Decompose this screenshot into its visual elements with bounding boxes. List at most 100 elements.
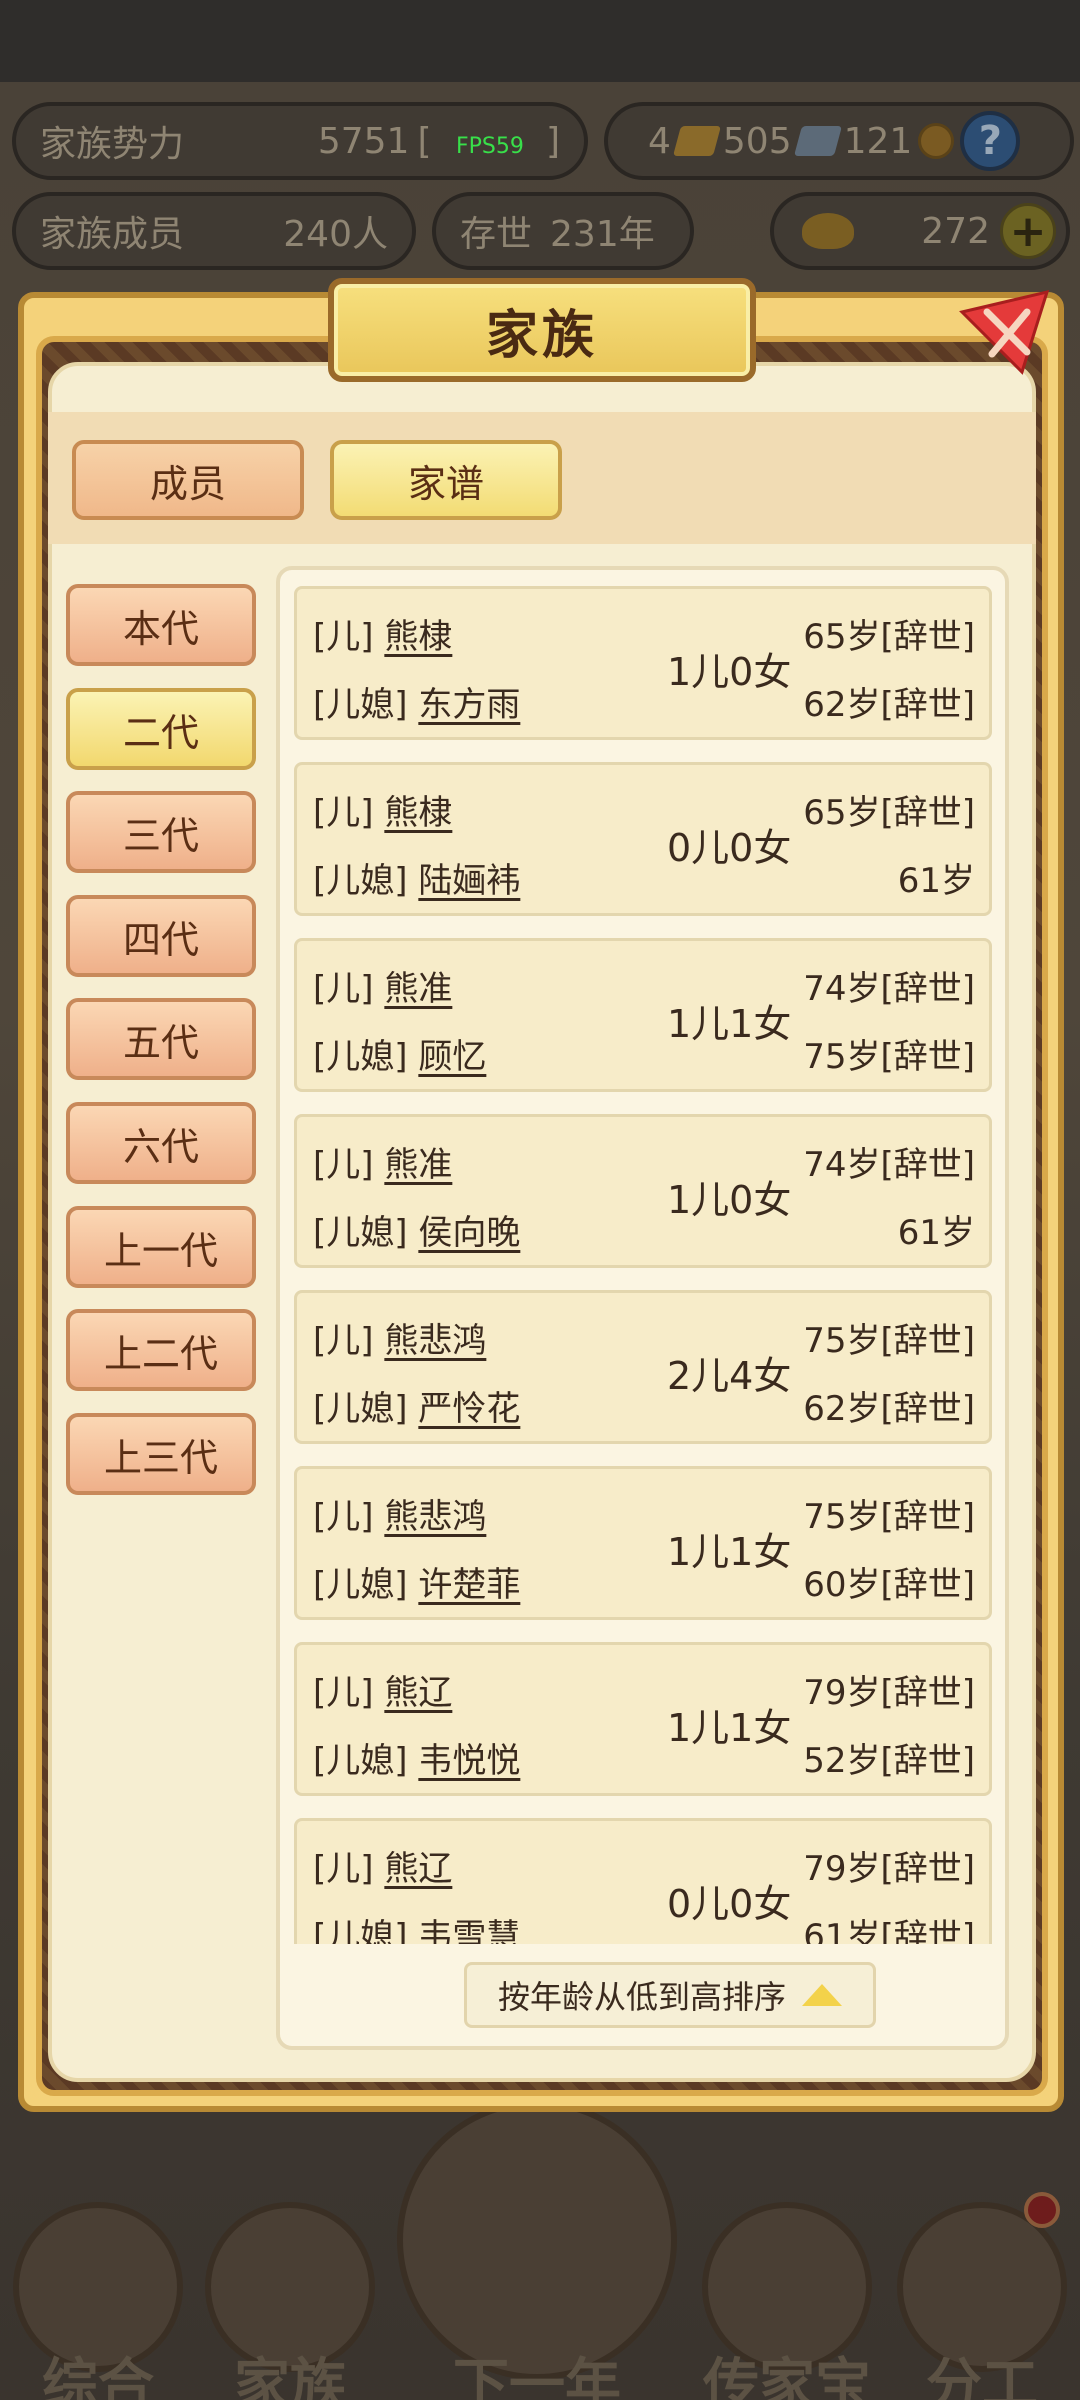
nav-family-label: 家族 bbox=[234, 2353, 346, 2400]
help-icon[interactable]: ? bbox=[960, 111, 1021, 171]
dialog-title: 家族 bbox=[485, 305, 598, 366]
wife-tag: [儿媳] bbox=[313, 1037, 408, 1077]
son-tag: [儿] bbox=[313, 969, 374, 1009]
generation-label: 本代 bbox=[122, 606, 199, 651]
tab-members[interactable]: 成员 bbox=[72, 440, 304, 520]
son-name-link[interactable]: 熊棣 bbox=[384, 617, 452, 657]
family-power-value: 5751 bbox=[317, 120, 410, 162]
alive-years-pill: 存世 231年 bbox=[432, 192, 694, 270]
ingot-count: 272 bbox=[921, 210, 990, 252]
tab-genealogy[interactable]: 家谱 bbox=[330, 440, 562, 520]
wife-name-link[interactable]: 韦悦悦 bbox=[418, 1741, 520, 1781]
sort-by-age-button[interactable]: 按年龄从低到高排序 bbox=[464, 1962, 876, 2028]
generation-label: 三代 bbox=[122, 813, 199, 858]
wife-name-link[interactable]: 东方雨 bbox=[418, 685, 520, 725]
generation-button-6[interactable]: 六代 bbox=[66, 1102, 256, 1184]
wife-tag: [儿媳] bbox=[313, 685, 408, 725]
family-members-value: 240人 bbox=[283, 214, 388, 255]
alive-label: 存世 bbox=[460, 214, 533, 255]
family-card: [儿] 熊辽 [儿媳] 韦悦悦 1儿1女 79岁[辞世] 52岁[辞世] bbox=[294, 1642, 992, 1796]
bottom-nav: 综合 家族 下一年 传家宝 分工 bbox=[0, 2100, 1080, 2400]
wife-tag: [儿媳] bbox=[313, 1565, 408, 1605]
wife-name-link[interactable]: 韦雪慧 bbox=[418, 1917, 520, 1944]
wife-name-link[interactable]: 侯向晚 bbox=[418, 1213, 520, 1253]
silver-bar-icon bbox=[793, 126, 842, 156]
family-card: [儿] 熊悲鸿 [儿媳] 严怜花 2儿4女 75岁[辞世] 62岁[辞世] bbox=[294, 1290, 992, 1444]
children-count: 1儿0女 bbox=[667, 650, 792, 694]
generation-button-current[interactable]: 本代 bbox=[66, 584, 256, 666]
wife-tag: [儿媳] bbox=[313, 1741, 408, 1781]
son-name-link[interactable]: 熊棣 bbox=[384, 793, 452, 833]
nav-general[interactable]: 综合 bbox=[8, 2190, 188, 2400]
generation-label: 二代 bbox=[122, 710, 199, 755]
nav-heirloom-label: 传家宝 bbox=[703, 2353, 871, 2400]
son-age: 74岁[辞世] bbox=[803, 1145, 975, 1185]
children-count: 1儿1女 bbox=[667, 1706, 792, 1750]
children-count: 2儿4女 bbox=[667, 1354, 792, 1398]
son-name-link[interactable]: 熊悲鸿 bbox=[384, 1497, 486, 1537]
family-card: [儿] 熊悲鸿 [儿媳] 许楚菲 1儿1女 75岁[辞世] 60岁[辞世] bbox=[294, 1466, 992, 1620]
generation-label: 上二代 bbox=[103, 1331, 218, 1376]
son-name-link[interactable]: 熊悲鸿 bbox=[384, 1321, 486, 1361]
family-members-label: 家族成员 bbox=[40, 214, 185, 255]
tab-genealogy-label: 家谱 bbox=[407, 461, 484, 506]
son-name-link[interactable]: 熊准 bbox=[384, 1145, 452, 1185]
wife-name-link[interactable]: 许楚菲 bbox=[418, 1565, 520, 1605]
wife-name-link[interactable]: 陆婳袆 bbox=[418, 861, 520, 901]
children-count: 1儿1女 bbox=[667, 1530, 792, 1574]
gold-bar-icon bbox=[672, 126, 721, 156]
dialog-title-plate: 家族 bbox=[328, 278, 756, 382]
son-age: 65岁[辞世] bbox=[803, 793, 975, 833]
generation-label: 六代 bbox=[122, 1124, 199, 1169]
son-tag: [儿] bbox=[313, 1497, 374, 1537]
generation-button-4[interactable]: 四代 bbox=[66, 895, 256, 977]
ingot-pill: 272 + bbox=[770, 192, 1070, 270]
nav-next-year-label: 下一年 bbox=[453, 2353, 621, 2400]
son-age: 74岁[辞世] bbox=[803, 969, 975, 1009]
generation-button-prev-1[interactable]: 上一代 bbox=[66, 1206, 256, 1288]
add-ingot-button[interactable]: + bbox=[1000, 203, 1056, 259]
children-count: 1儿1女 bbox=[667, 1002, 792, 1046]
son-name-link[interactable]: 熊准 bbox=[384, 969, 452, 1009]
tab-members-label: 成员 bbox=[149, 461, 226, 506]
gold-count: 4 bbox=[648, 120, 671, 162]
children-count: 1儿0女 bbox=[667, 1178, 792, 1222]
fps-counter: FPS59 bbox=[456, 134, 524, 159]
nav-heirloom[interactable]: 传家宝 bbox=[692, 2190, 882, 2400]
nav-next-year[interactable]: 下一年 bbox=[392, 2100, 682, 2400]
children-count: 0儿0女 bbox=[667, 1882, 792, 1926]
resources-pill: 4 505 121 ? bbox=[604, 102, 1074, 180]
generation-button-3[interactable]: 三代 bbox=[66, 791, 256, 873]
generation-button-prev-3[interactable]: 上三代 bbox=[66, 1413, 256, 1495]
family-list[interactable]: [儿] 熊棣 [儿媳] 东方雨 1儿0女 65岁[辞世] 62岁[辞世] [儿]… bbox=[292, 586, 994, 1944]
nav-family[interactable]: 家族 bbox=[200, 2190, 380, 2400]
son-age: 79岁[辞世] bbox=[803, 1673, 975, 1713]
gold-ingot-icon bbox=[802, 213, 854, 249]
generation-button-2[interactable]: 二代 bbox=[66, 688, 256, 770]
copper-coin-icon bbox=[918, 123, 955, 159]
son-tag: [儿] bbox=[313, 1145, 374, 1185]
family-card: [儿] 熊棣 [儿媳] 陆婳袆 0儿0女 65岁[辞世] 61岁 bbox=[294, 762, 992, 916]
family-power-label: 家族势力 bbox=[40, 124, 185, 165]
family-card: [儿] 熊准 [儿媳] 侯向晚 1儿0女 74岁[辞世] 61岁 bbox=[294, 1114, 992, 1268]
son-name-link[interactable]: 熊辽 bbox=[384, 1673, 452, 1713]
wife-age: 61岁 bbox=[897, 1213, 975, 1253]
son-tag: [儿] bbox=[313, 617, 374, 657]
generation-button-5[interactable]: 五代 bbox=[66, 998, 256, 1080]
system-status-bar bbox=[0, 0, 1080, 82]
family-card: [儿] 熊准 [儿媳] 顾忆 1儿1女 74岁[辞世] 75岁[辞世] bbox=[294, 938, 992, 1092]
son-tag: [儿] bbox=[313, 1849, 374, 1889]
wife-tag: [儿媳] bbox=[313, 1389, 408, 1429]
son-age: 75岁[辞世] bbox=[803, 1321, 975, 1361]
son-name-link[interactable]: 熊辽 bbox=[384, 1849, 452, 1889]
wife-name-link[interactable]: 严怜花 bbox=[418, 1389, 520, 1429]
family-card: [儿] 熊棣 [儿媳] 东方雨 1儿0女 65岁[辞世] 62岁[辞世] bbox=[294, 586, 992, 740]
wife-tag: [儿媳] bbox=[313, 1917, 408, 1944]
close-button[interactable] bbox=[952, 282, 1062, 382]
wife-name-link[interactable]: 顾忆 bbox=[418, 1037, 486, 1077]
son-age: 79岁[辞世] bbox=[803, 1849, 975, 1889]
generation-button-prev-2[interactable]: 上二代 bbox=[66, 1309, 256, 1391]
family-card: [儿] 熊辽 [儿媳] 韦雪慧 0儿0女 79岁[辞世] 61岁[辞世] bbox=[294, 1818, 992, 1944]
wife-age: 52岁[辞世] bbox=[803, 1741, 975, 1781]
nav-division-label: 分工 bbox=[926, 2353, 1038, 2400]
